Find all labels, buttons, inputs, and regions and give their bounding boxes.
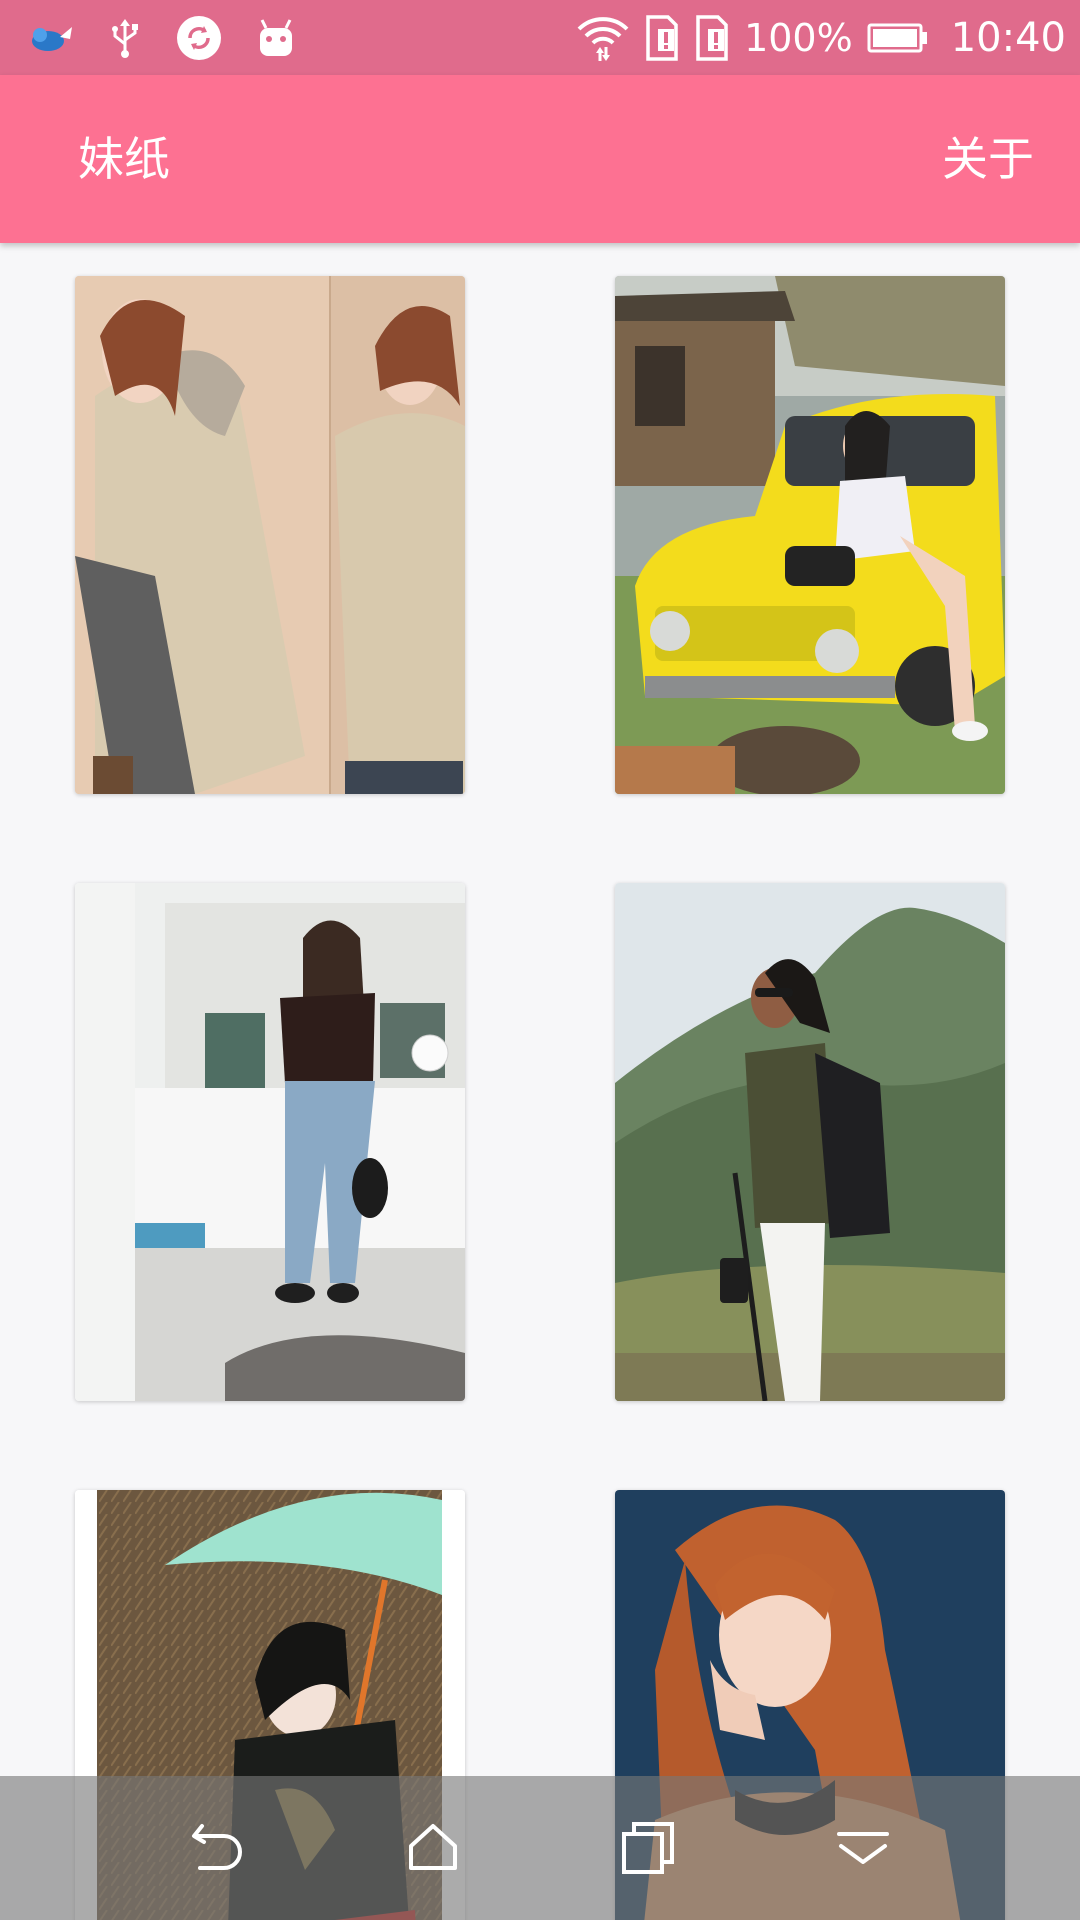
photo-rooftop xyxy=(75,883,465,1401)
recents-button[interactable] xyxy=(588,1788,708,1908)
notification-shade-icon xyxy=(836,1832,889,1864)
status-left-icons xyxy=(26,15,330,61)
notification-shade-button[interactable] xyxy=(803,1788,923,1908)
photo-card[interactable] xyxy=(75,883,465,1401)
photo-card[interactable] xyxy=(615,276,1005,794)
photo-card[interactable] xyxy=(75,276,465,794)
app-title: 妹纸 xyxy=(78,132,170,186)
app-bar: 妹纸 关于 xyxy=(0,75,1080,243)
android-debug-icon xyxy=(260,18,292,56)
photo-card[interactable] xyxy=(615,883,1005,1401)
app-screen: 100% 10:40 妹纸 关于 xyxy=(0,0,1080,1920)
navigation-bar xyxy=(0,1776,1080,1920)
back-icon xyxy=(191,1824,242,1870)
photo-yellow-truck xyxy=(615,276,1005,794)
clock: 10:40 xyxy=(950,14,1066,61)
home-button[interactable] xyxy=(373,1788,493,1908)
sim-alert-icon xyxy=(696,14,728,61)
battery-percentage: 100% xyxy=(744,15,853,60)
battery-icon xyxy=(867,23,927,52)
photo-mountains xyxy=(615,883,1005,1401)
recents-icon xyxy=(621,1822,674,1874)
photo-parka xyxy=(75,276,465,794)
wifi-icon xyxy=(577,16,629,61)
usb-icon xyxy=(112,18,138,58)
home-icon xyxy=(408,1824,457,1870)
notification-app-icon xyxy=(32,26,72,51)
sim-alert-icon xyxy=(646,14,678,61)
photo-grid xyxy=(0,243,1080,1920)
about-button[interactable]: 关于 xyxy=(942,136,1034,182)
status-bar: 100% 10:40 xyxy=(0,0,1080,75)
sync-icon xyxy=(177,15,221,60)
back-button[interactable] xyxy=(158,1788,278,1908)
status-right-icons: 100% 10:40 xyxy=(562,13,1066,63)
